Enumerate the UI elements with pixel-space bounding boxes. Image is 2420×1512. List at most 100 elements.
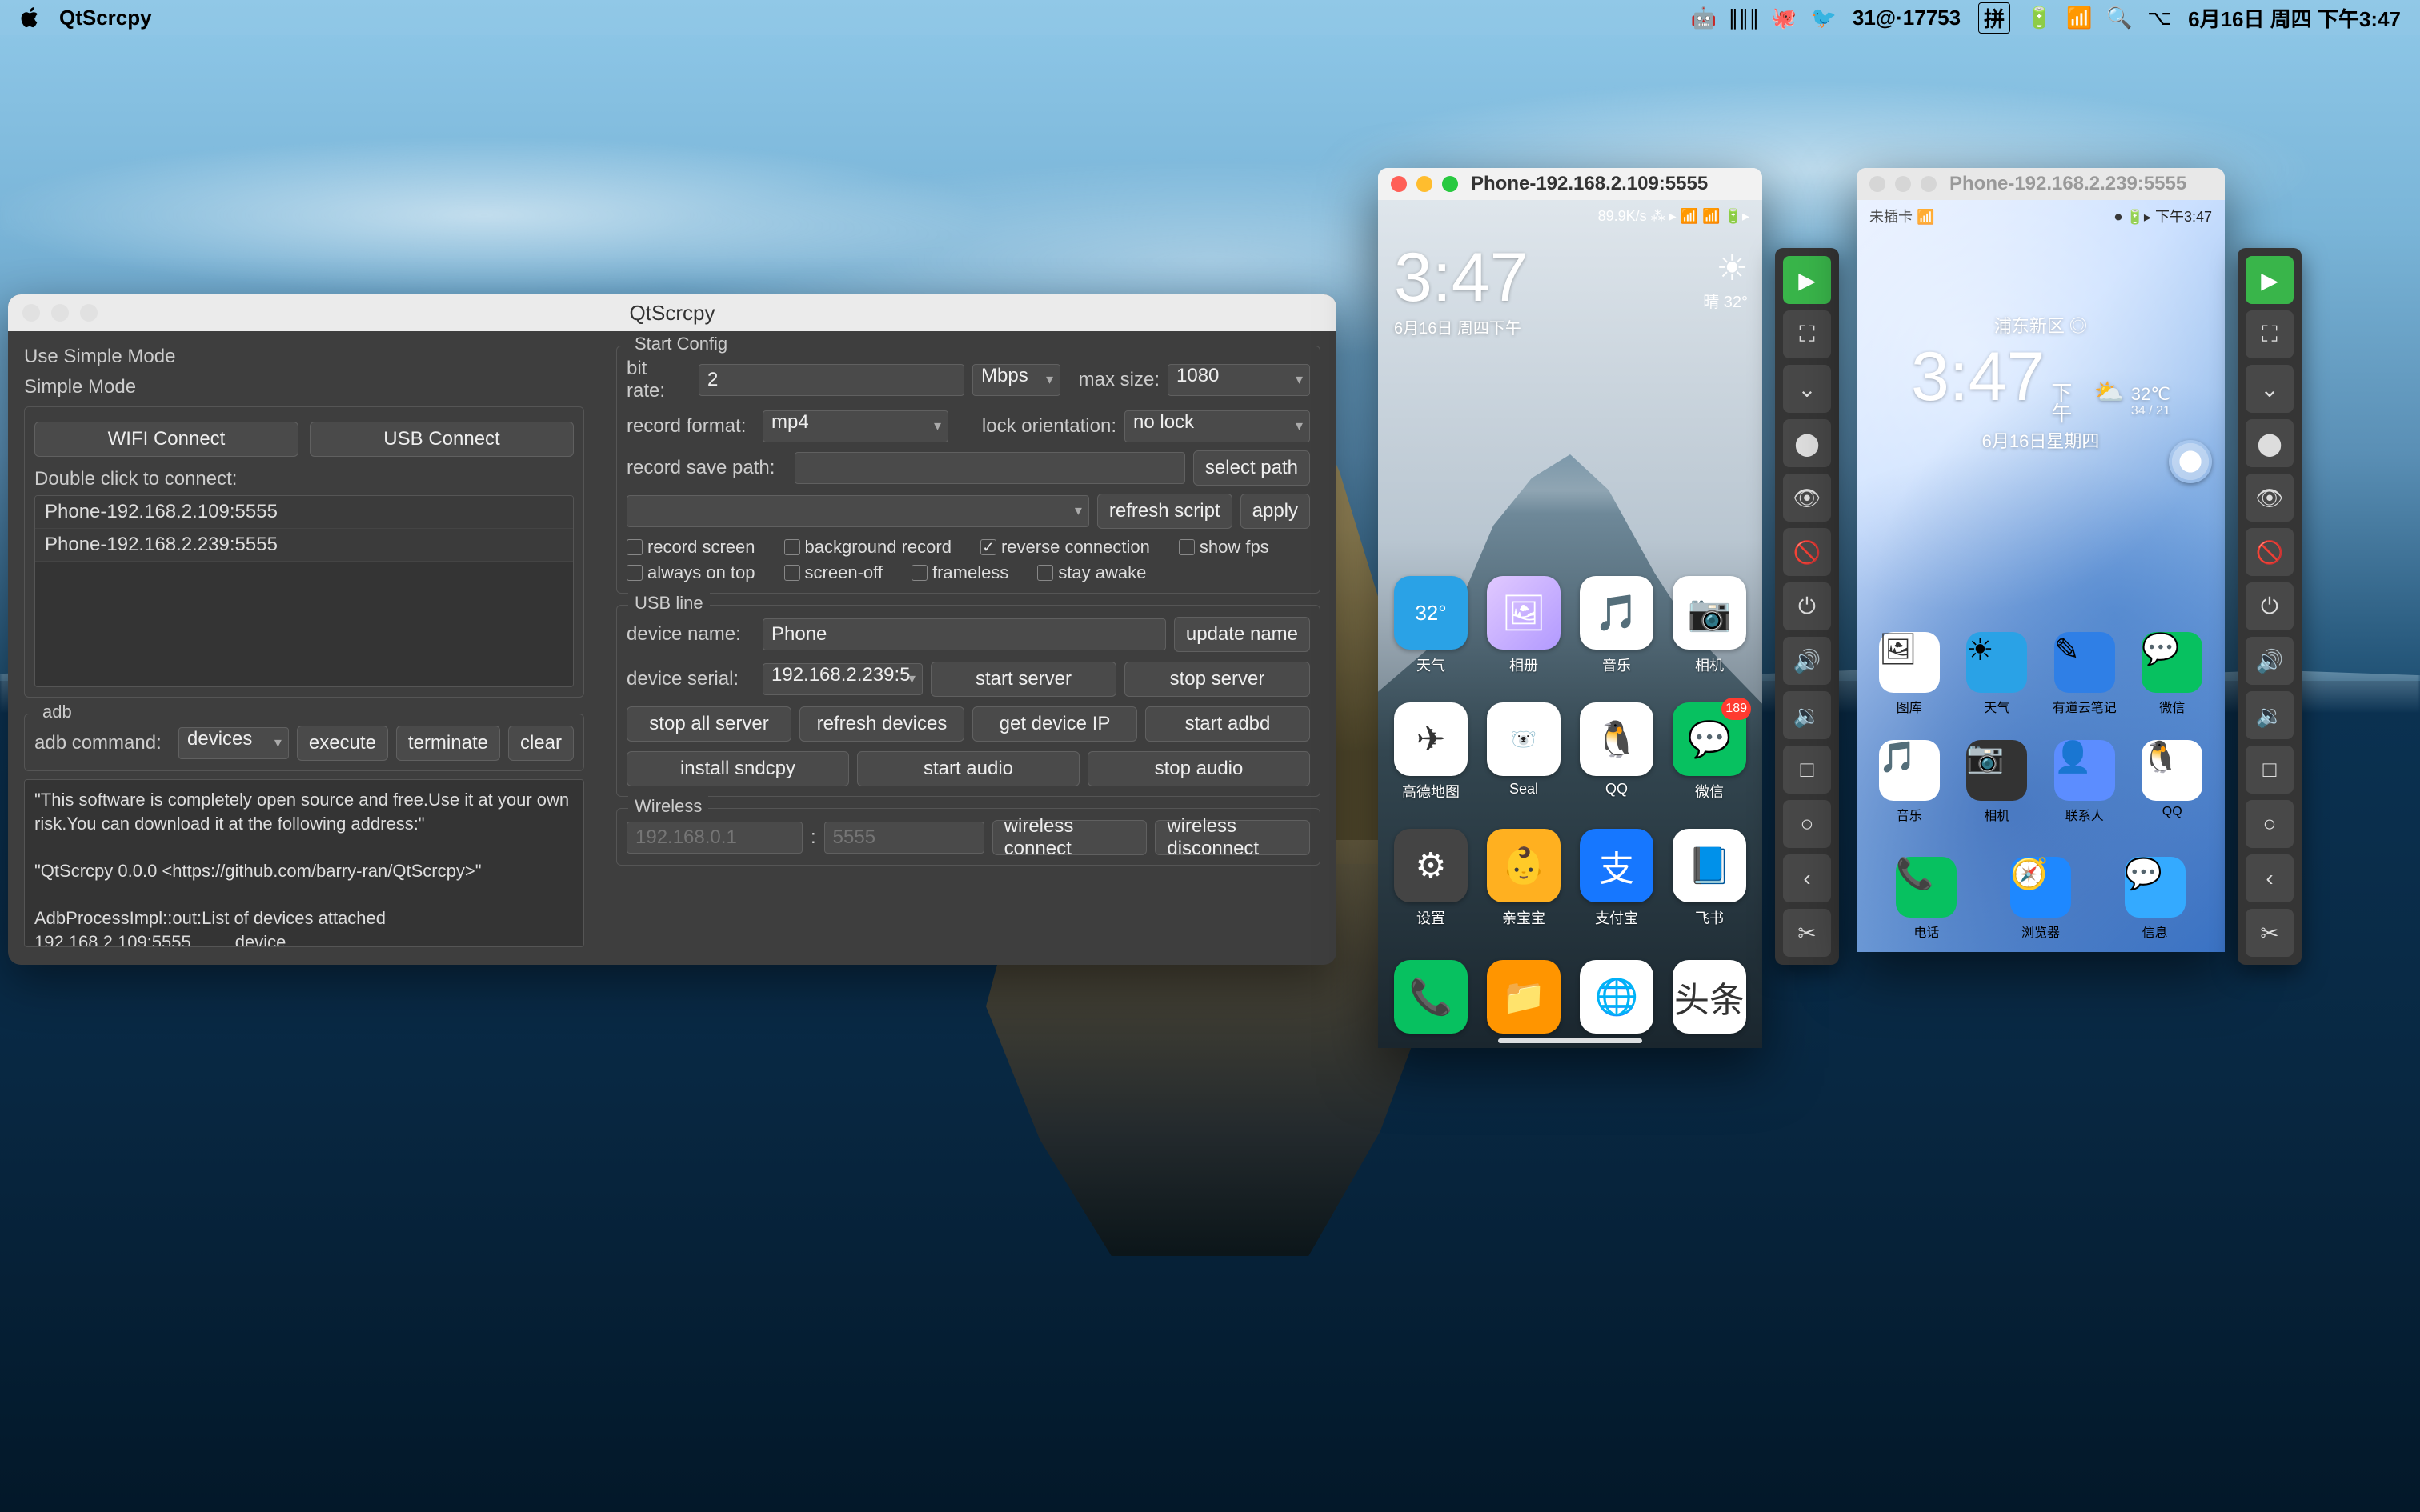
battery-icon[interactable]: 🔋 [2028,6,2050,29]
app-亲宝宝[interactable]: 👶亲宝宝 [1485,829,1562,928]
app-微信[interactable]: 💬微信 [2139,632,2206,716]
menubar-datetime[interactable]: 6月16日 周四 下午3:47 [2188,3,2401,33]
wireless-connect-button[interactable]: wireless connect [992,820,1148,855]
list-item[interactable]: Phone-192.168.2.109:5555 [35,496,573,529]
app-icon[interactable]: 💬 [2125,857,2186,918]
device-name-input[interactable] [763,618,1166,650]
app-支付宝[interactable]: 支支付宝 [1578,829,1655,928]
record-icon[interactable]: ⬤ [1783,419,1831,467]
app-图库[interactable]: 🖼图库 [1876,632,1943,716]
run-icon[interactable]: ▶ [1783,256,1831,304]
execute-button[interactable]: execute [297,726,388,761]
square-icon[interactable]: □ [2246,746,2294,794]
power-icon[interactable]: ⏻ [2246,582,2294,630]
screen-off-checkbox[interactable]: screen-off [784,562,883,583]
stop-all-server-button[interactable]: stop all server [627,706,791,742]
app-icon[interactable]: 🐧 [2142,740,2202,801]
app-icon[interactable]: 🌐 [1580,960,1653,1034]
app-相机[interactable]: 📷相机 [1964,740,2031,824]
device-serial-select[interactable]: 192.168.2.239:5 [763,663,923,695]
close-icon[interactable] [22,304,40,322]
minimize-icon[interactable] [1416,176,1432,192]
app-icon[interactable]: 📘 [1673,829,1746,902]
app-天气[interactable]: ☀天气 [1964,632,2031,716]
app-icon[interactable]: 📷 [1966,740,2027,801]
app-相册[interactable]: 🖼相册 [1485,576,1562,675]
select-path-button[interactable]: select path [1193,450,1310,486]
app-icon[interactable]: 🐻‍❄️ [1487,702,1561,776]
app-icon[interactable]: 📷 [1673,576,1746,650]
app-icon[interactable]: 📁 [1487,960,1561,1034]
stay-awake-checkbox[interactable]: stay awake [1037,562,1146,583]
wifi-connect-button[interactable]: WIFI Connect [34,422,298,457]
app-联系人[interactable]: 👤联系人 [2051,740,2118,824]
stop-server-button[interactable]: stop server [1124,662,1310,697]
app-dock[interactable]: 📁 [1485,960,1562,1034]
app-icon[interactable]: 👤 [2054,740,2115,801]
clear-button[interactable]: clear [508,726,574,761]
app-天气[interactable]: 32°天气 [1392,576,1469,675]
power-icon[interactable]: ⏻ [1783,582,1831,630]
app-浏览器[interactable]: 🧭浏览器 [1998,857,2084,941]
back-icon[interactable]: ‹ [1783,854,1831,902]
start-adbd-button[interactable]: start adbd [1145,706,1310,742]
log-textarea[interactable]: "This software is completely open source… [24,779,584,947]
app-icon[interactable]: 💬189 [1673,702,1746,776]
max-size-select[interactable]: 1080 [1168,364,1310,396]
reverse-connection-checkbox[interactable]: ✓reverse connection [980,537,1150,558]
use-simple-mode-label[interactable]: Use Simple Mode [24,346,584,368]
vol-up-icon[interactable]: 🔊 [2246,637,2294,685]
wireless-disconnect-button[interactable]: wireless disconnect [1155,820,1310,855]
phone2-titlebar[interactable]: Phone-192.168.2.239:5555 [1857,168,2225,200]
chevron-down-icon[interactable]: ⌄ [2246,365,2294,413]
background-record-checkbox[interactable]: background record [784,537,952,558]
circle-icon[interactable]: ○ [1783,800,1831,848]
wireless-ip-input[interactable] [627,822,803,854]
phone1-titlebar[interactable]: Phone-192.168.2.109:5555 [1378,168,1762,200]
cut-icon[interactable]: ✂ [2246,909,2294,957]
app-设置[interactable]: ⚙设置 [1392,829,1469,928]
app-icon[interactable]: 👶 [1487,829,1561,902]
eye-icon[interactable]: 👁 [2246,474,2294,522]
device-listbox[interactable]: Phone-192.168.2.109:5555 Phone-192.168.2… [34,495,574,687]
list-item[interactable]: Phone-192.168.2.239:5555 [35,529,573,562]
app-icon[interactable]: 🎵 [1580,576,1653,650]
start-server-button[interactable]: start server [931,662,1116,697]
eye-off-icon[interactable]: 🚫 [2246,528,2294,576]
zoom-icon[interactable] [80,304,98,322]
get-device-ip-button[interactable]: get device IP [972,706,1137,742]
zoom-icon[interactable] [1921,176,1937,192]
bars-icon[interactable]: ∥∥∥ [1733,6,1755,29]
minimize-icon[interactable] [1895,176,1911,192]
app-icon[interactable]: 🖼 [1487,576,1561,650]
app-电话[interactable]: 📞电话 [1884,857,1969,941]
vol-down-icon[interactable]: 🔉 [2246,691,2294,739]
home-indicator[interactable] [1498,1038,1642,1043]
app-音乐[interactable]: 🎵音乐 [1876,740,1943,824]
app-有道云笔记[interactable]: ✎有道云笔记 [2051,632,2118,716]
ime-indicator[interactable]: 拼 [1978,2,2010,34]
apple-logo-icon[interactable] [19,6,42,29]
menubar-stats[interactable]: 31@·17753 [1853,6,1961,30]
qtscrcpy-titlebar[interactable]: QtScrcpy [8,294,1336,331]
app-icon[interactable]: ✎ [2054,632,2115,693]
app-dock[interactable]: 🌐 [1578,960,1655,1034]
app-icon[interactable]: 💬 [2142,632,2202,693]
app-dock[interactable]: 📞 [1392,960,1469,1034]
app-icon[interactable]: 🎵 [1879,740,1940,801]
bitrate-unit-select[interactable]: Mbps [972,364,1060,396]
apply-button[interactable]: apply [1240,494,1310,529]
usb-connect-button[interactable]: USB Connect [310,422,574,457]
zoom-icon[interactable] [1442,176,1458,192]
app-icon[interactable]: 🐧 [1580,702,1653,776]
circle-icon[interactable]: ○ [2246,800,2294,848]
record-format-select[interactable]: mp4 [763,410,948,442]
run-icon[interactable]: ▶ [2246,256,2294,304]
app-高德地图[interactable]: ✈高德地图 [1392,702,1469,802]
app-icon[interactable]: 🧭 [2010,857,2071,918]
refresh-script-button[interactable]: refresh script [1097,494,1232,529]
vol-up-icon[interactable]: 🔊 [1783,637,1831,685]
app-icon[interactable]: 📞 [1896,857,1957,918]
always-on-top-checkbox[interactable]: always on top [627,562,755,583]
install-sndcpy-button[interactable]: install sndcpy [627,751,849,786]
